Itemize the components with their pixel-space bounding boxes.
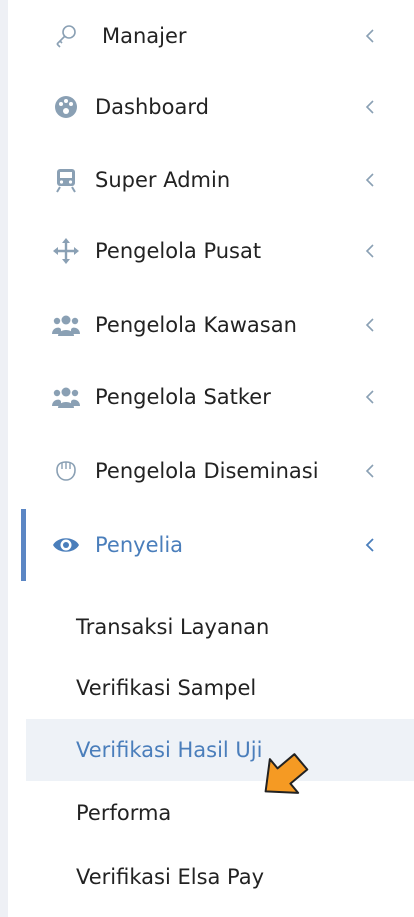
submenu-item-verifikasi-hasil-uji[interactable]: Verifikasi Hasil Uji [26,719,414,781]
submenu-item-label: Transaksi Layanan [76,615,270,639]
pointer-cursor-icon [256,752,312,802]
chevron-left-icon [362,313,378,337]
eye-icon [52,531,80,559]
submenu-item-verifikasi-elsa-pay[interactable]: Verifikasi Elsa Pay [26,846,414,908]
submenu-item-verifikasi-sampel[interactable]: Verifikasi Sampel [26,657,414,719]
chevron-left-icon [362,459,378,483]
sidebar-item-penyelia[interactable]: Penyelia [26,515,414,575]
sidebar-item-pengelola-satker[interactable]: Pengelola Satker [26,367,414,427]
submenu-item-label: Verifikasi Sampel [76,676,257,700]
chevron-left-icon [362,385,378,409]
sidebar-item-pengelola-kawasan[interactable]: Pengelola Kawasan [26,295,414,355]
submenu-item-transaksi-layanan[interactable]: Transaksi Layanan [26,596,414,658]
sidebar-item-label: Pengelola Kawasan [95,313,297,337]
sidebar-item-label: Penyelia [95,533,184,557]
key-icon [52,22,80,50]
submenu-item-performa[interactable]: Performa [26,782,414,844]
sidebar-item-label: Dashboard [95,95,209,119]
submenu-item-label: Verifikasi Hasil Uji [76,738,263,762]
submenu-item-label: Performa [76,801,172,825]
move-arrows-icon [52,237,80,265]
submenu-item-label: Verifikasi Elsa Pay [76,865,265,889]
sidebar-item-label: Manajer [102,24,187,48]
sidebar-item-label: Pengelola Satker [95,385,271,409]
chevron-left-icon [362,168,378,192]
train-icon [52,166,80,194]
sidebar-item-label: Super Admin [95,168,231,192]
chevron-left-icon [362,24,378,48]
page: Manajer Dashboard Super Admin Pengelola … [0,0,414,917]
sidebar-item-pengelola-pusat[interactable]: Pengelola Pusat [26,221,414,281]
sidebar-item-label: Pengelola Pusat [95,239,262,263]
sidebar-item-manajer[interactable]: Manajer [26,6,414,66]
hand-paper-icon [52,457,80,485]
chevron-left-icon [362,533,378,557]
chevron-left-icon [362,239,378,263]
sidebar-item-pengelola-diseminasi[interactable]: Pengelola Diseminasi [26,441,414,501]
users-icon [52,383,80,411]
left-rail [0,0,8,917]
sidebar-item-dashboard[interactable]: Dashboard [26,77,414,137]
chevron-left-icon [362,95,378,119]
users-icon [52,311,80,339]
palette-icon [52,93,80,121]
sidebar-item-super-admin[interactable]: Super Admin [26,150,414,210]
sidebar-item-label: Pengelola Diseminasi [95,459,319,483]
